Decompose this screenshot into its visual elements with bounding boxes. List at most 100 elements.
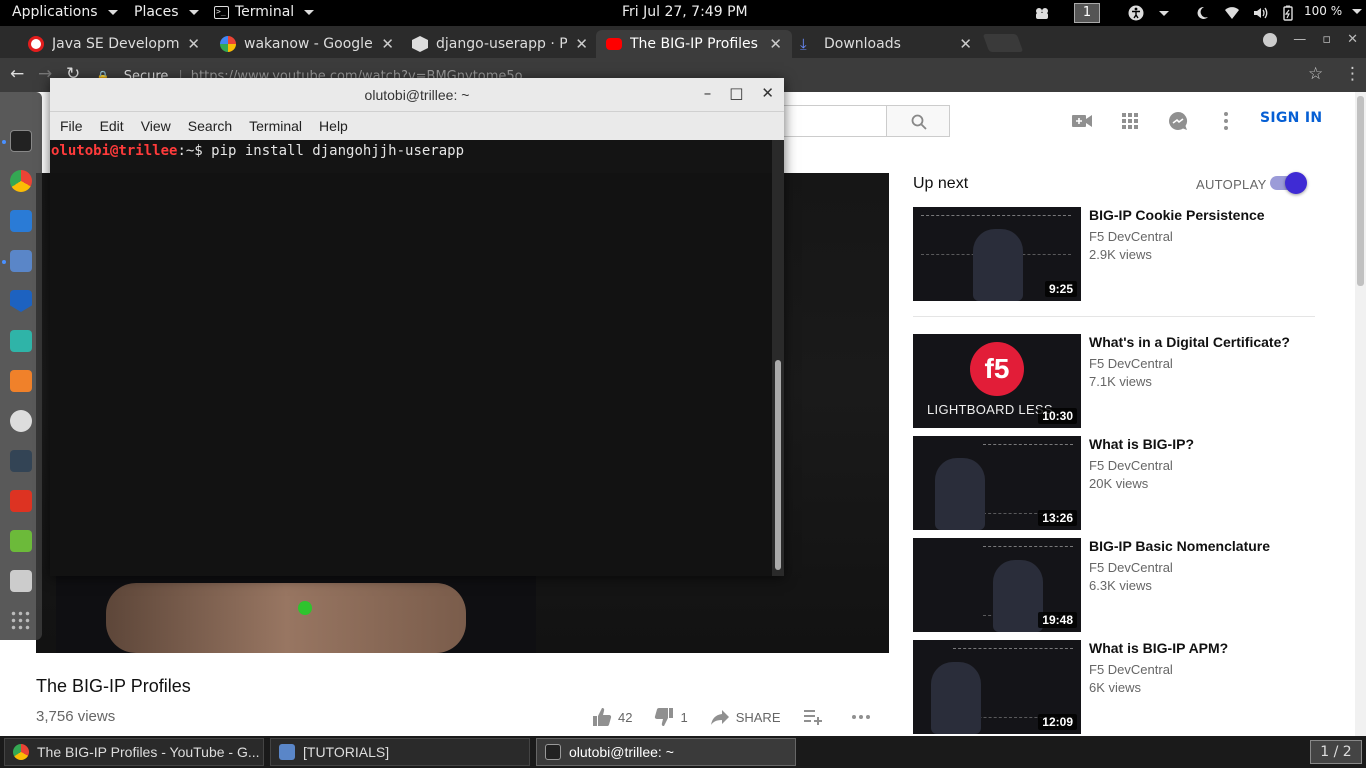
minimize-icon[interactable]: —: [1293, 32, 1306, 47]
terminal-icon[interactable]: [10, 130, 32, 152]
back-arrow-icon[interactable]: ←: [10, 64, 24, 84]
menu-terminal[interactable]: Terminal: [249, 118, 302, 134]
volume-icon[interactable]: [1252, 5, 1268, 21]
battery-icon[interactable]: [1280, 5, 1296, 21]
scrollbar-thumb[interactable]: [775, 360, 781, 570]
menu-file[interactable]: File: [60, 118, 83, 134]
video-thumbnail[interactable]: 12:09: [913, 640, 1081, 734]
close-icon[interactable]: ✕: [187, 35, 200, 53]
messages-icon[interactable]: [1166, 109, 1190, 133]
video-thumbnail[interactable]: f5 LIGHTBOARD LESS 10:30: [913, 334, 1081, 428]
create-video-icon[interactable]: [1070, 109, 1094, 133]
battery-status[interactable]: 100 %: [1304, 4, 1363, 18]
close-icon[interactable]: ✕: [959, 35, 972, 53]
taskbar-item-terminal[interactable]: olutobi@trillee: ~: [536, 738, 796, 766]
maximize-icon[interactable]: ▫: [1322, 32, 1331, 47]
workspace-pager[interactable]: 1 / 2: [1310, 740, 1362, 764]
taskbar-item-files[interactable]: [TUTORIALS]: [270, 738, 530, 766]
recommendation-views: 6K views: [1089, 680, 1142, 695]
recommendation-channel: F5 DevCentral: [1089, 560, 1173, 575]
more-actions-button[interactable]: [851, 714, 877, 720]
malwarebytes-icon[interactable]: [10, 290, 32, 312]
recommendation-item[interactable]: 12:09 What is BIG-IP APM? F5 DevCentral …: [913, 640, 1323, 734]
obs-icon[interactable]: [10, 410, 32, 432]
terminal-titlebar[interactable]: olutobi@trillee: ~ – □ ✕: [50, 78, 784, 112]
top-bar: Applications Places >_ Terminal Fri Jul …: [0, 0, 1366, 26]
browser-tab[interactable]: Java SE Developmen ✕: [18, 30, 210, 58]
share-button[interactable]: SHARE: [710, 709, 781, 725]
menu-edit[interactable]: Edit: [100, 118, 124, 134]
recommendation-channel: F5 DevCentral: [1089, 356, 1173, 371]
files-icon[interactable]: [10, 250, 32, 272]
close-icon[interactable]: ✕: [761, 84, 774, 102]
recommendation-item[interactable]: f5 LIGHTBOARD LESS 10:30 What's in a Dig…: [913, 334, 1323, 428]
vscode-icon[interactable]: [10, 210, 32, 232]
chrome-icon[interactable]: [10, 170, 32, 192]
sublime-icon[interactable]: [10, 370, 32, 392]
applications-menu[interactable]: Applications: [12, 4, 118, 20]
recommendation-title[interactable]: What's in a Digital Certificate?: [1089, 334, 1290, 350]
recommendation-item[interactable]: 9:25 BIG-IP Cookie Persistence F5 DevCen…: [913, 207, 1323, 301]
add-to-playlist-button[interactable]: [803, 709, 829, 725]
youtube-icon: [606, 38, 622, 50]
chrome-menu-icon[interactable]: ⋮: [1344, 64, 1361, 84]
close-icon[interactable]: ✕: [769, 35, 782, 53]
dislike-count: 1: [680, 709, 688, 725]
autoplay-toggle[interactable]: [1270, 172, 1307, 194]
terminal-output[interactable]: [50, 140, 772, 576]
browser-tab[interactable]: wakanow - Google S ✕: [210, 30, 404, 58]
edit-icon[interactable]: [10, 530, 32, 552]
workspace-indicator[interactable]: 1: [1074, 3, 1100, 23]
terminal-app-menu[interactable]: >_ Terminal: [214, 4, 315, 20]
menu-search[interactable]: Search: [188, 118, 232, 134]
places-menu[interactable]: Places: [134, 4, 199, 20]
dislike-button[interactable]: 1: [654, 708, 688, 726]
wifi-icon[interactable]: [1224, 5, 1240, 21]
video-thumbnail[interactable]: 13:26: [913, 436, 1081, 530]
recommendation-item[interactable]: 19:48 BIG-IP Basic Nomenclature F5 DevCe…: [913, 538, 1323, 632]
more-options-icon[interactable]: [1214, 109, 1238, 133]
clock[interactable]: Fri Jul 27, 7:49 PM: [622, 4, 748, 20]
accessibility-icon[interactable]: [1128, 5, 1144, 21]
recommendation-channel: F5 DevCentral: [1089, 458, 1173, 473]
recommendation-title[interactable]: What is BIG-IP?: [1089, 436, 1194, 452]
prompt-user: olutobi@trillee: [51, 143, 178, 159]
video-thumbnail[interactable]: 9:25: [913, 207, 1081, 301]
taskbar-item-chrome[interactable]: The BIG-IP Profiles - YouTube - G...: [4, 738, 264, 766]
keyboard-icon[interactable]: [10, 570, 32, 592]
camera-icon[interactable]: [1034, 5, 1050, 21]
night-light-icon[interactable]: [1194, 5, 1210, 21]
browser-tab[interactable]: ⤓ Downloads ✕: [790, 30, 982, 58]
chevron-down-icon[interactable]: [1159, 11, 1169, 16]
sign-in-button[interactable]: SIGN IN: [1260, 110, 1322, 126]
new-tab-button[interactable]: [982, 34, 1024, 52]
close-icon[interactable]: ✕: [575, 35, 588, 53]
like-button[interactable]: 42: [592, 708, 632, 726]
minimize-icon[interactable]: –: [704, 84, 712, 102]
maximize-icon[interactable]: □: [729, 84, 743, 102]
menu-help[interactable]: Help: [319, 118, 348, 134]
recommendation-title[interactable]: BIG-IP Cookie Persistence: [1089, 207, 1265, 223]
search-button[interactable]: [886, 105, 950, 137]
filezilla-icon[interactable]: [10, 490, 32, 512]
terminal-prompt-line[interactable]: olutobi@trillee:~$ pip install djangohjj…: [51, 143, 464, 159]
close-icon[interactable]: ✕: [381, 35, 394, 53]
game-icon[interactable]: [10, 330, 32, 352]
recommendation-item[interactable]: 13:26 What is BIG-IP? F5 DevCentral 20K …: [913, 436, 1323, 530]
recommendation-title[interactable]: BIG-IP Basic Nomenclature: [1089, 538, 1270, 554]
inkscape-icon[interactable]: [10, 450, 32, 472]
close-icon[interactable]: ✕: [1347, 32, 1358, 47]
terminal-menubar: File Edit View Search Terminal Help: [50, 112, 784, 140]
browser-tab-active[interactable]: The BIG-IP Profiles ✕: [596, 30, 792, 58]
bookmark-star-icon[interactable]: ☆: [1308, 64, 1323, 84]
browser-tab[interactable]: django-userapp · PyP ✕: [402, 30, 598, 58]
profile-icon[interactable]: [1263, 32, 1278, 47]
video-thumbnail[interactable]: 19:48: [913, 538, 1081, 632]
page-scrollbar[interactable]: [1355, 92, 1366, 736]
apps-grid-icon[interactable]: [1118, 109, 1142, 133]
terminal-scrollbar[interactable]: [772, 140, 784, 576]
recommendation-title[interactable]: What is BIG-IP APM?: [1089, 640, 1228, 656]
menu-view[interactable]: View: [141, 118, 171, 134]
app-grid-icon[interactable]: [10, 610, 32, 632]
scrollbar-thumb[interactable]: [1357, 96, 1364, 286]
